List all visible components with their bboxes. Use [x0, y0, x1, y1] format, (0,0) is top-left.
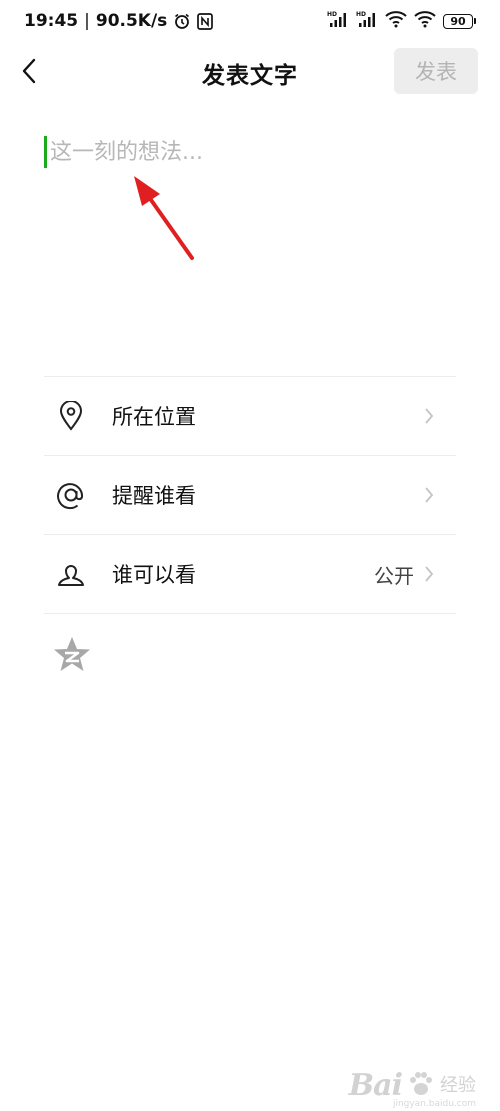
battery-icon: 90	[443, 13, 476, 29]
baidu-watermark: Bai 经验	[349, 1068, 476, 1103]
option-location[interactable]: 所在位置	[44, 377, 456, 456]
chevron-right-icon	[422, 484, 436, 506]
option-mention[interactable]: 提醒谁看	[44, 456, 456, 535]
wifi-icon	[385, 10, 407, 32]
svg-text:HD: HD	[356, 11, 366, 18]
compose-area[interactable]	[44, 132, 456, 362]
person-icon	[56, 559, 86, 589]
qzone-share-button[interactable]	[52, 634, 92, 674]
location-pin-icon	[56, 401, 86, 431]
alarm-icon	[173, 12, 191, 30]
status-separator: |	[84, 11, 90, 31]
chevron-right-icon	[422, 563, 436, 585]
option-label-mention: 提醒谁看	[112, 484, 196, 508]
option-label-location: 所在位置	[112, 405, 196, 429]
text-cursor	[44, 136, 47, 168]
svg-text:HD: HD	[327, 11, 337, 18]
battery-level: 90	[443, 13, 473, 29]
publish-button[interactable]: 发表	[394, 48, 478, 94]
compose-input[interactable]	[50, 132, 450, 172]
chevron-right-icon	[422, 405, 436, 427]
wifi-icon-2	[414, 10, 436, 32]
signal-hd-icon-2: HD	[356, 10, 378, 32]
status-bar: 19:45 | 90.5K/s HD HD 90	[0, 0, 500, 42]
nfc-icon	[197, 12, 214, 30]
status-left: 19:45 | 90.5K/s	[24, 11, 214, 31]
network-speed: 90.5K/s	[95, 11, 168, 31]
watermark-brand: Bai	[348, 1068, 403, 1103]
option-visibility[interactable]: 谁可以看 公开	[44, 535, 456, 614]
qzone-star-icon	[54, 637, 90, 671]
battery-tip	[474, 18, 476, 24]
status-time: 19:45	[24, 11, 79, 31]
watermark-url: jingyan.baidu.com	[392, 1099, 476, 1109]
status-right: HD HD 90	[327, 10, 476, 32]
paw-logo-icon	[406, 1069, 436, 1103]
option-value-visibility: 公开	[374, 563, 414, 588]
options-list: 所在位置 提醒谁看 谁可以看 公开	[44, 376, 456, 614]
signal-hd-icon: HD	[327, 10, 349, 32]
nav-bar: 发表文字 发表	[0, 44, 500, 98]
at-sign-icon	[56, 480, 86, 510]
watermark-suffix: 经验	[440, 1075, 476, 1096]
option-label-visibility: 谁可以看	[112, 563, 196, 587]
